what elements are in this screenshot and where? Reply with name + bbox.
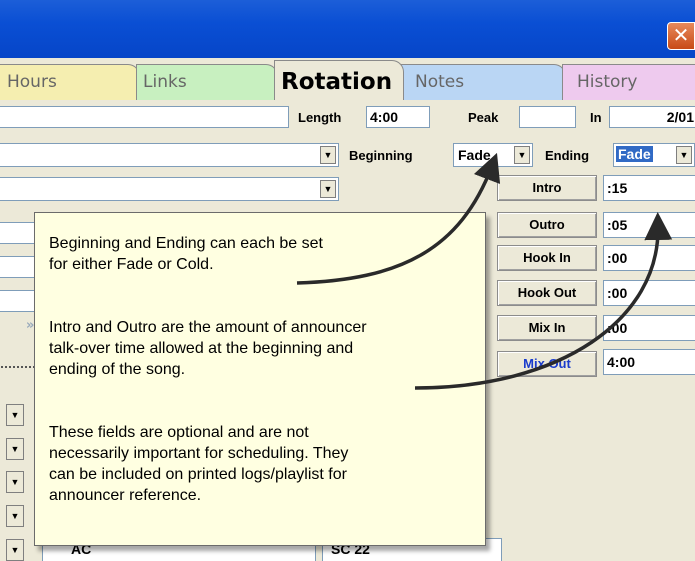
close-icon: ✕: [672, 23, 690, 47]
callout-tooltip: Beginning and Ending can each be set for…: [34, 212, 486, 546]
peak-field[interactable]: [519, 106, 576, 128]
chevron-down-icon[interactable]: ▼: [320, 180, 336, 198]
outro-button[interactable]: Outro: [497, 212, 597, 238]
in-date-field[interactable]: 2/01: [609, 106, 695, 128]
secondary-dropdown[interactable]: ▼: [0, 177, 339, 201]
chevron-down-icon[interactable]: ▼: [6, 539, 24, 561]
left-field[interactable]: [0, 290, 36, 312]
ending-select[interactable]: Fade ▼: [613, 143, 695, 167]
chevron-down-icon[interactable]: ▼: [6, 505, 24, 527]
callout-text-optional: These fields are optional and are not ne…: [49, 424, 349, 504]
title-bar: ✕: [0, 0, 695, 58]
hook-out-button[interactable]: Hook Out: [497, 280, 597, 306]
intro-field[interactable]: :15: [603, 175, 695, 201]
mix-in-button[interactable]: Mix In: [497, 315, 597, 341]
beginning-label: Beginning: [349, 148, 413, 163]
hook-in-field[interactable]: :00: [603, 245, 695, 271]
chevron-down-icon[interactable]: ▼: [6, 438, 24, 460]
outro-field[interactable]: :05: [603, 212, 695, 238]
tab-history[interactable]: History: [562, 64, 695, 100]
length-label: Length: [298, 110, 342, 125]
tab-rotation[interactable]: Rotation: [274, 60, 404, 100]
tab-notes[interactable]: Notes: [400, 64, 566, 100]
length-field[interactable]: 4:00: [366, 106, 430, 128]
category-dropdown[interactable]: ▼: [0, 143, 339, 167]
chevron-down-icon[interactable]: ▼: [320, 146, 336, 164]
chevron-down-icon[interactable]: ▼: [6, 404, 24, 426]
beginning-select[interactable]: Fade ▼: [453, 143, 533, 167]
close-button[interactable]: ✕: [667, 22, 695, 50]
peak-label: Peak: [468, 110, 499, 125]
callout-text-fade-cold: Beginning and Ending can each be set for…: [49, 235, 323, 273]
ending-label: Ending: [545, 148, 590, 163]
chevron-down-icon[interactable]: ▼: [514, 146, 530, 164]
title-field[interactable]: [0, 106, 289, 128]
left-field[interactable]: [0, 222, 36, 244]
mix-in-field[interactable]: :00: [603, 315, 695, 341]
chevron-down-icon[interactable]: ▼: [6, 471, 24, 493]
tab-hours[interactable]: Hours: [0, 64, 140, 100]
chevron-down-icon[interactable]: ▼: [676, 146, 692, 164]
in-label: In: [590, 110, 602, 125]
mix-out-button[interactable]: Mix Out: [497, 351, 597, 377]
intro-button[interactable]: Intro: [497, 175, 597, 201]
tab-links[interactable]: Links: [136, 64, 278, 100]
tab-strip: Hours Links Notes History Rotation: [0, 58, 695, 100]
callout-text-intro-outro: Intro and Outro are the amount of announ…: [49, 319, 367, 378]
hook-in-button[interactable]: Hook In: [497, 245, 597, 271]
hook-out-field[interactable]: :00: [603, 280, 695, 306]
left-field[interactable]: [0, 256, 36, 278]
mix-out-field[interactable]: 4:00: [603, 349, 695, 375]
divider: [0, 366, 38, 368]
